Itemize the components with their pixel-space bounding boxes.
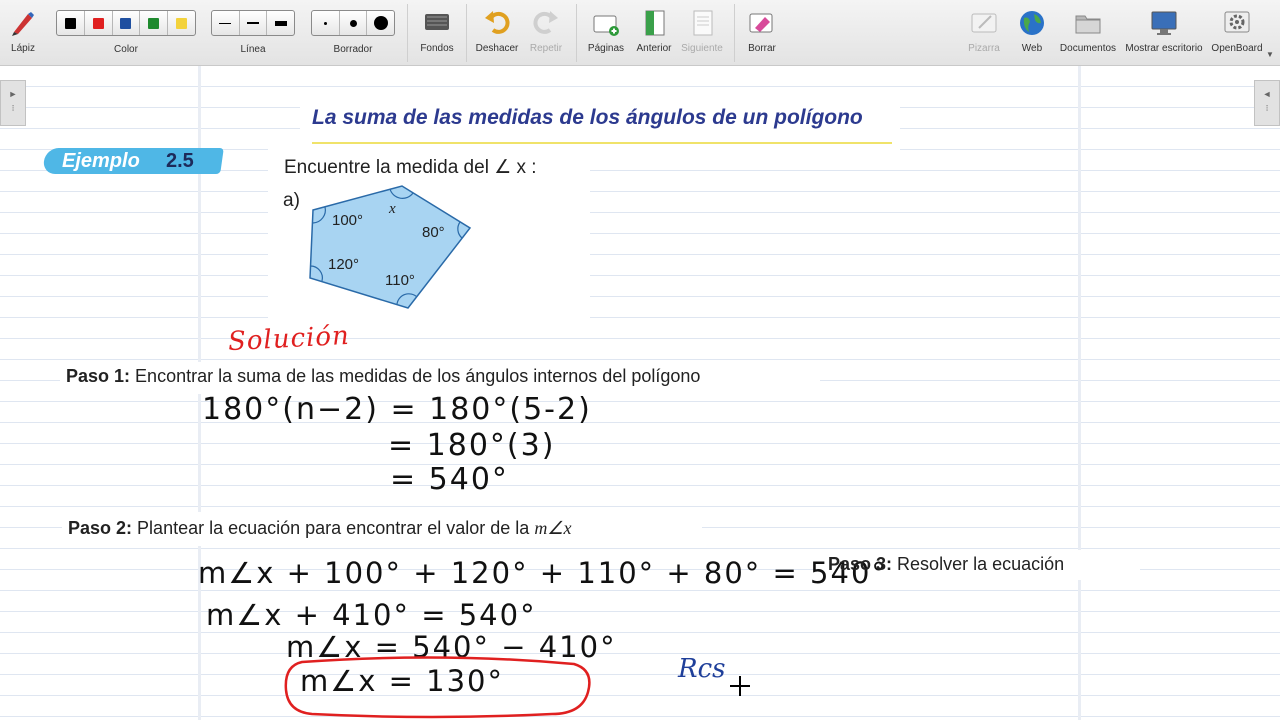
angle-label-x: x [389,201,396,217]
redo-icon [533,11,558,34]
handwritten-solution-heading: Solución [227,320,351,358]
step3-label: Paso 3: [828,554,893,574]
step3-text: Resolver la ecuación [897,554,1065,574]
new-page-icon [593,15,619,36]
eraser-small[interactable] [312,11,340,35]
eraser-size-group [311,10,395,36]
color-red[interactable] [85,11,113,35]
color-green[interactable] [140,11,169,35]
pen-cursor-icon [730,676,750,696]
step1-work-line-1: 180°(n−2) = 180°(5-2) [202,392,592,427]
step1-label: Paso 1: [66,366,131,386]
color-label: Color [114,44,138,55]
line-medium[interactable] [240,11,268,35]
step2-work-line-1: m∠x + 100° + 120° + 110° + 80° = 540° [198,556,888,590]
line-thick[interactable] [267,11,294,35]
eraser-large[interactable] [367,11,394,35]
toolbar: Lápiz Color Línea Borrador Fondos Deshac… [0,0,1280,66]
desktop-icon [1151,11,1177,35]
color-blue[interactable] [113,11,141,35]
line-thin[interactable] [212,11,240,35]
example-number: 2.5 [166,150,194,172]
pentagon-figure [309,185,472,309]
lesson-title: La suma de las medidas de los ángulos de… [312,106,863,129]
part-label: a) [283,190,300,211]
step2-work-line-4: m∠x = 130° [300,664,504,698]
grip-icon: ⁝ [1265,103,1269,113]
folder-icon [1075,15,1101,34]
next-page-icon [693,10,713,36]
backgrounds-icon [425,14,449,30]
grip-icon: ⁝ [11,103,15,113]
step2-math: m∠x [534,518,572,538]
angle-label-80: 80° [422,224,445,241]
step2-text: Plantear la ecuación para encontrar el v… [137,518,530,538]
chevron-right-icon: ► [8,89,18,99]
title-underline [312,142,892,144]
line-label: Línea [240,44,266,55]
clear-icon [749,13,773,33]
step3-heading: Paso 3: Resolver la ecuación [828,554,1064,575]
pen-icon [12,12,34,36]
globe-icon [1020,11,1044,35]
step2-heading: Paso 2: Plantear la ecuación para encont… [68,518,571,539]
step1-heading: Paso 1: Encontrar la suma de las medidas… [66,366,700,387]
gear-icon [1224,11,1250,33]
color-palette [56,10,196,36]
step1-work-line-3: = 540° [390,462,509,497]
example-label: Ejemplo [62,150,140,172]
step2-label: Paso 2: [68,518,133,538]
right-panel-toggle[interactable]: ◄ ⁝ [1254,80,1280,126]
problem-prompt: Encuentre la medida del ∠ x : [284,157,537,178]
line-width-group [211,10,295,36]
angle-label-120: 120° [328,256,360,273]
eraser-label: Borrador [333,44,373,55]
undo-icon [485,11,510,34]
eraser-medium[interactable] [340,11,368,35]
step1-work-line-2: = 180°(3) [388,428,556,463]
board-canvas[interactable]: ► ⁝ ◄ ⁝ La suma de las medidas de los án… [0,66,1280,720]
chevron-down-icon[interactable]: ▼ [1266,50,1274,59]
board-icon [971,13,997,33]
angle-label-100: 100° [332,212,364,229]
handwritten-note: Rcs [678,654,726,684]
color-yellow[interactable] [168,11,195,35]
chevron-left-icon: ◄ [1262,89,1272,99]
step2-work-line-2: m∠x + 410° = 540° [206,598,537,632]
step1-text: Encontrar la suma de las medidas de los … [135,366,701,386]
previous-page-icon [645,10,665,36]
color-black[interactable] [57,11,85,35]
left-panel-toggle[interactable]: ► ⁝ [0,80,26,126]
angle-label-110: 110° [385,272,415,289]
